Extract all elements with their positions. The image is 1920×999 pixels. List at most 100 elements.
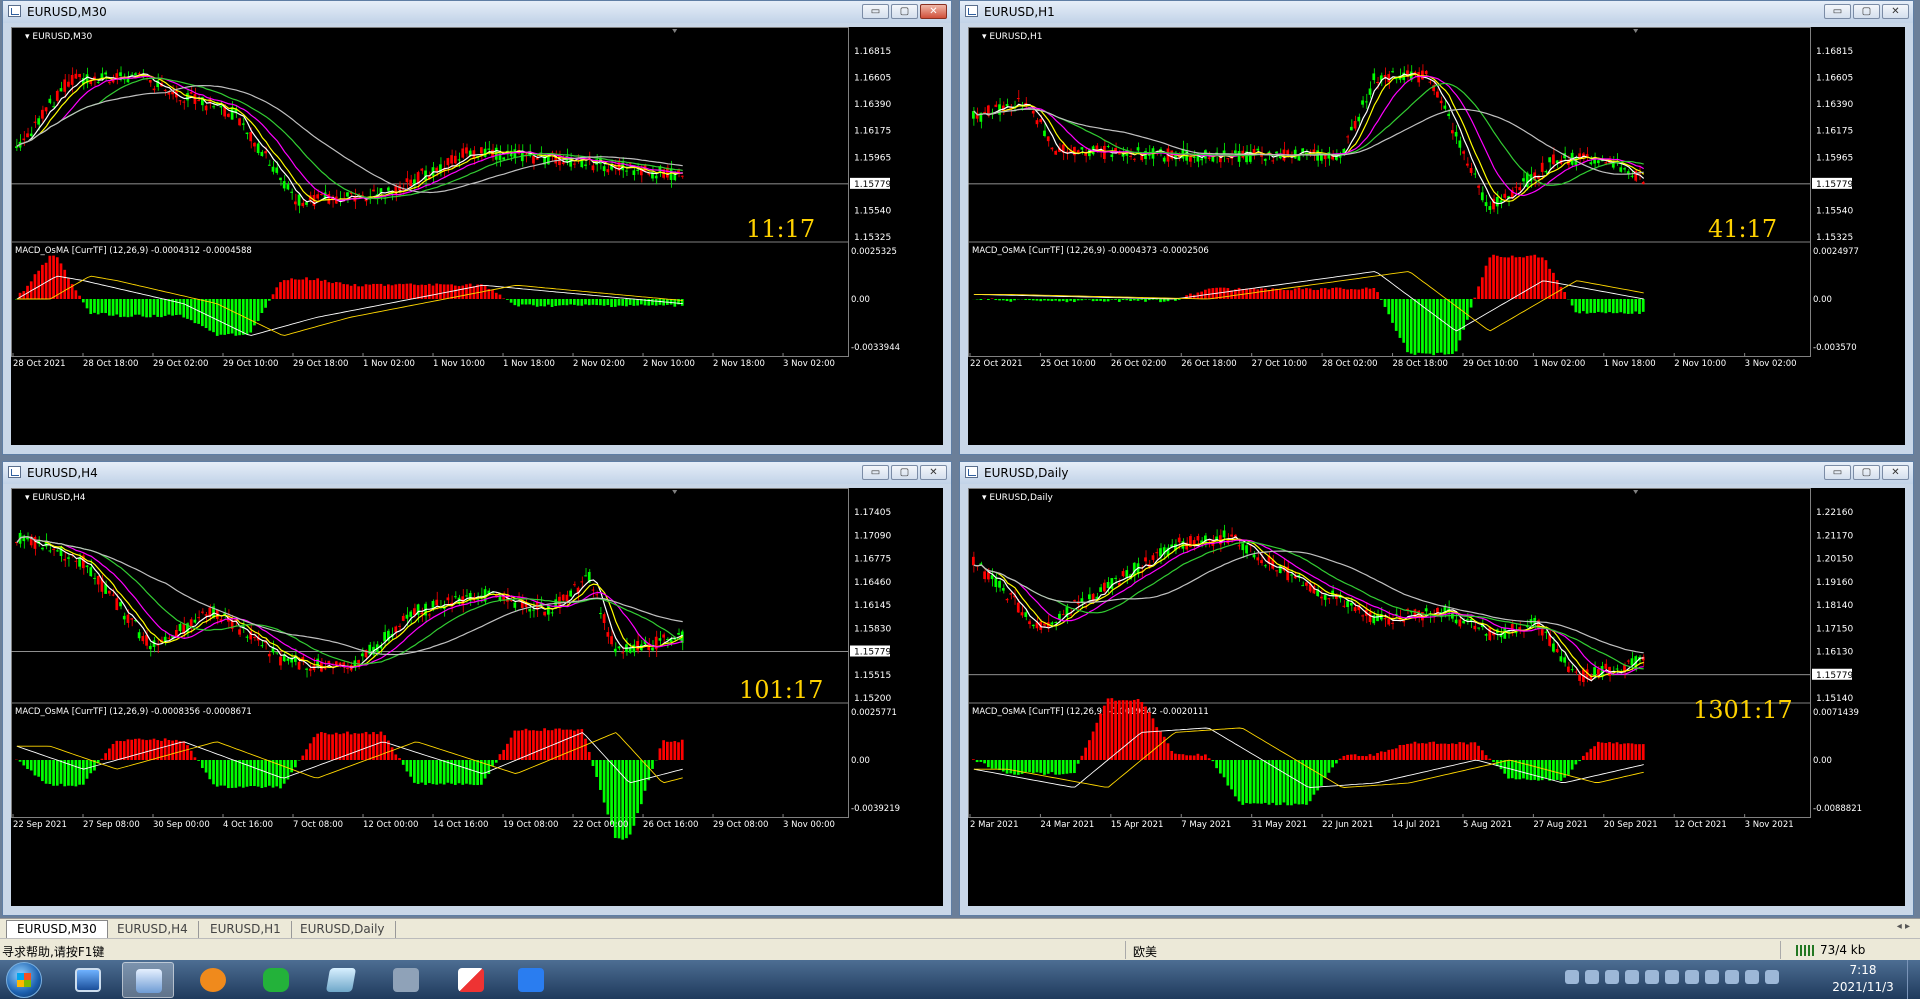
candle-body xyxy=(230,107,234,120)
chart-area[interactable]: ▾ EURUSD,H1 1.16815 1.16605 1.16390 1.16175 1… xyxy=(968,27,1905,445)
title-bar[interactable]: EURUSD,Daily ▭ ▢ ✕ xyxy=(960,462,1913,484)
osma-histogram-bar xyxy=(1372,755,1376,760)
osma-histogram-bar xyxy=(1102,299,1106,302)
tab-eurusd-m30[interactable]: EURUSD,M30 xyxy=(6,920,108,938)
osma-histogram-bar xyxy=(580,729,584,760)
price-scale-label: 1.15540 xyxy=(854,206,891,216)
chart-area[interactable]: ▾ EURUSD,Daily 1.22160 1.21170 1.20150 1.191… xyxy=(968,488,1905,906)
candle-body xyxy=(1031,624,1035,627)
candle-body xyxy=(416,172,420,183)
candle-body xyxy=(1589,162,1593,165)
osma-histogram-bar xyxy=(513,299,517,306)
time-axis-label: 25 Oct 10:00 xyxy=(1040,359,1095,369)
candle-body xyxy=(260,645,264,647)
osma-histogram-bar xyxy=(651,299,654,306)
osma-histogram-bar xyxy=(390,747,394,760)
system-clock[interactable]: 7:18 2021/11/3 xyxy=(1818,962,1908,996)
tray-wifi-icon[interactable] xyxy=(1765,970,1779,984)
candle-body xyxy=(532,156,535,164)
tray-chat-icon[interactable] xyxy=(1665,970,1679,984)
minimize-button[interactable]: ▭ xyxy=(862,4,889,19)
tray-shield-icon[interactable] xyxy=(1645,970,1659,984)
start-button[interactable] xyxy=(6,962,42,998)
maximize-button[interactable]: ▢ xyxy=(891,465,918,480)
taskbar-app-notebook[interactable] xyxy=(315,962,367,998)
osma-histogram-bar xyxy=(1409,299,1413,354)
pen-icon xyxy=(518,968,544,992)
chart-window-daily[interactable]: EURUSD,Daily ▭ ▢ ✕ ▾ EURUSD,Daily 1.22160… xyxy=(959,461,1914,916)
price-scale-label: 1.15200 xyxy=(854,694,891,704)
chart-area[interactable]: ▾ EURUSD,M30 1.16815 1.16605 1.16390 1.16175… xyxy=(11,27,943,445)
osma-histogram-bar xyxy=(1379,751,1383,760)
maximize-button[interactable]: ▢ xyxy=(891,4,918,19)
osma-histogram-bar xyxy=(279,282,282,299)
tray-volume-icon[interactable] xyxy=(1705,970,1719,984)
tab-eurusd-h1[interactable]: EURUSD,H1 xyxy=(200,921,292,938)
tray-keyboard-icon[interactable] xyxy=(1685,970,1699,984)
chart-window-h1[interactable]: EURUSD,H1 ▭ ▢ ✕ ▾ EURUSD,H1 1.16815 1.1660… xyxy=(959,0,1914,455)
tab-eurusd-daily[interactable]: EURUSD,Daily xyxy=(290,921,396,938)
candle-body xyxy=(1256,557,1260,561)
minimize-button[interactable]: ▭ xyxy=(862,465,889,480)
taskbar-app-gear[interactable] xyxy=(380,962,432,998)
taskbar-app-orange[interactable] xyxy=(187,962,239,998)
taskbar-app-blue[interactable] xyxy=(505,962,557,998)
time-axis-label: 3 Nov 2021 xyxy=(1745,820,1794,830)
chart-area[interactable]: ▾ EURUSD,H4 1.17405 1.17090 1.16775 1.16460 1… xyxy=(11,488,943,906)
close-button[interactable]: ✕ xyxy=(1882,4,1909,19)
minimize-button[interactable]: ▭ xyxy=(1824,465,1851,480)
title-bar[interactable]: EURUSD,H1 ▭ ▢ ✕ xyxy=(960,1,1913,23)
minimize-button[interactable]: ▭ xyxy=(1824,4,1851,19)
title-bar[interactable]: EURUSD,M30 ▭ ▢ ✕ xyxy=(3,1,951,23)
tray-help-icon[interactable] xyxy=(1585,970,1599,984)
osma-histogram-bar xyxy=(63,760,67,787)
osma-histogram-bar xyxy=(1353,289,1357,299)
taskbar-desktop[interactable] xyxy=(62,962,114,998)
osma-histogram-bar xyxy=(137,299,141,315)
candle-body xyxy=(1035,120,1039,125)
time-axis-label: 29 Oct 10:00 xyxy=(1463,359,1518,369)
close-button[interactable]: ✕ xyxy=(920,465,947,480)
candle-body xyxy=(1342,605,1346,607)
taskbar-metatrader[interactable] xyxy=(122,962,174,998)
status-profile[interactable]: 欧美 xyxy=(1133,943,1157,960)
taskbar-wechat[interactable] xyxy=(250,962,302,998)
osma-histogram-bar xyxy=(647,760,651,781)
osma-histogram-bar xyxy=(1368,754,1372,760)
osma-histogram-bar xyxy=(394,284,398,299)
candle-body xyxy=(1095,145,1099,150)
candle-body xyxy=(294,201,297,205)
tray-gear-icon[interactable] xyxy=(1725,970,1739,984)
candle-body xyxy=(480,147,483,154)
status-connection[interactable]: 73/4 kb xyxy=(1796,943,1865,957)
tab-scroll-arrows[interactable]: ◂ ▸ xyxy=(1897,921,1910,932)
osma-histogram-bar xyxy=(1050,299,1054,302)
close-button[interactable]: ✕ xyxy=(920,4,947,19)
candle-body xyxy=(1121,571,1125,577)
taskbar-app-map[interactable] xyxy=(445,962,497,998)
maximize-button[interactable]: ▢ xyxy=(1853,465,1880,480)
candle-body xyxy=(1252,554,1256,558)
tab-eurusd-h4[interactable]: EURUSD,H4 xyxy=(107,921,199,938)
osma-histogram-bar xyxy=(435,283,439,299)
candle-body xyxy=(1054,621,1058,623)
tray-network-icon[interactable] xyxy=(1565,970,1579,984)
osma-histogram-bar xyxy=(673,741,677,760)
candle-body xyxy=(383,632,386,642)
close-button[interactable]: ✕ xyxy=(1882,465,1909,480)
title-bar[interactable]: EURUSD,H4 ▭ ▢ ✕ xyxy=(3,462,951,484)
tray-flag-icon[interactable] xyxy=(1745,970,1759,984)
tray-usb-icon[interactable] xyxy=(1605,970,1619,984)
chart-window-m30[interactable]: EURUSD,M30 ▭ ▢ ✕ ▾ EURUSD,M30 1.16815 1.16… xyxy=(2,0,952,455)
osma-histogram-bar xyxy=(1469,742,1473,760)
candle-body xyxy=(1084,153,1088,156)
osma-histogram-bar xyxy=(1593,746,1596,760)
show-desktop-button[interactable] xyxy=(1907,960,1920,999)
osma-histogram-bar xyxy=(1293,288,1297,299)
candle-body xyxy=(55,550,59,552)
chart-window-h4[interactable]: EURUSD,H4 ▭ ▢ ✕ ▾ EURUSD,H4 1.17405 1.1709… xyxy=(2,461,952,916)
tray-settings-icon[interactable] xyxy=(1625,970,1639,984)
maximize-button[interactable]: ▢ xyxy=(1853,4,1880,19)
price-scale-label: 1.20150 xyxy=(1816,555,1853,565)
osma-histogram-bar xyxy=(126,299,130,318)
